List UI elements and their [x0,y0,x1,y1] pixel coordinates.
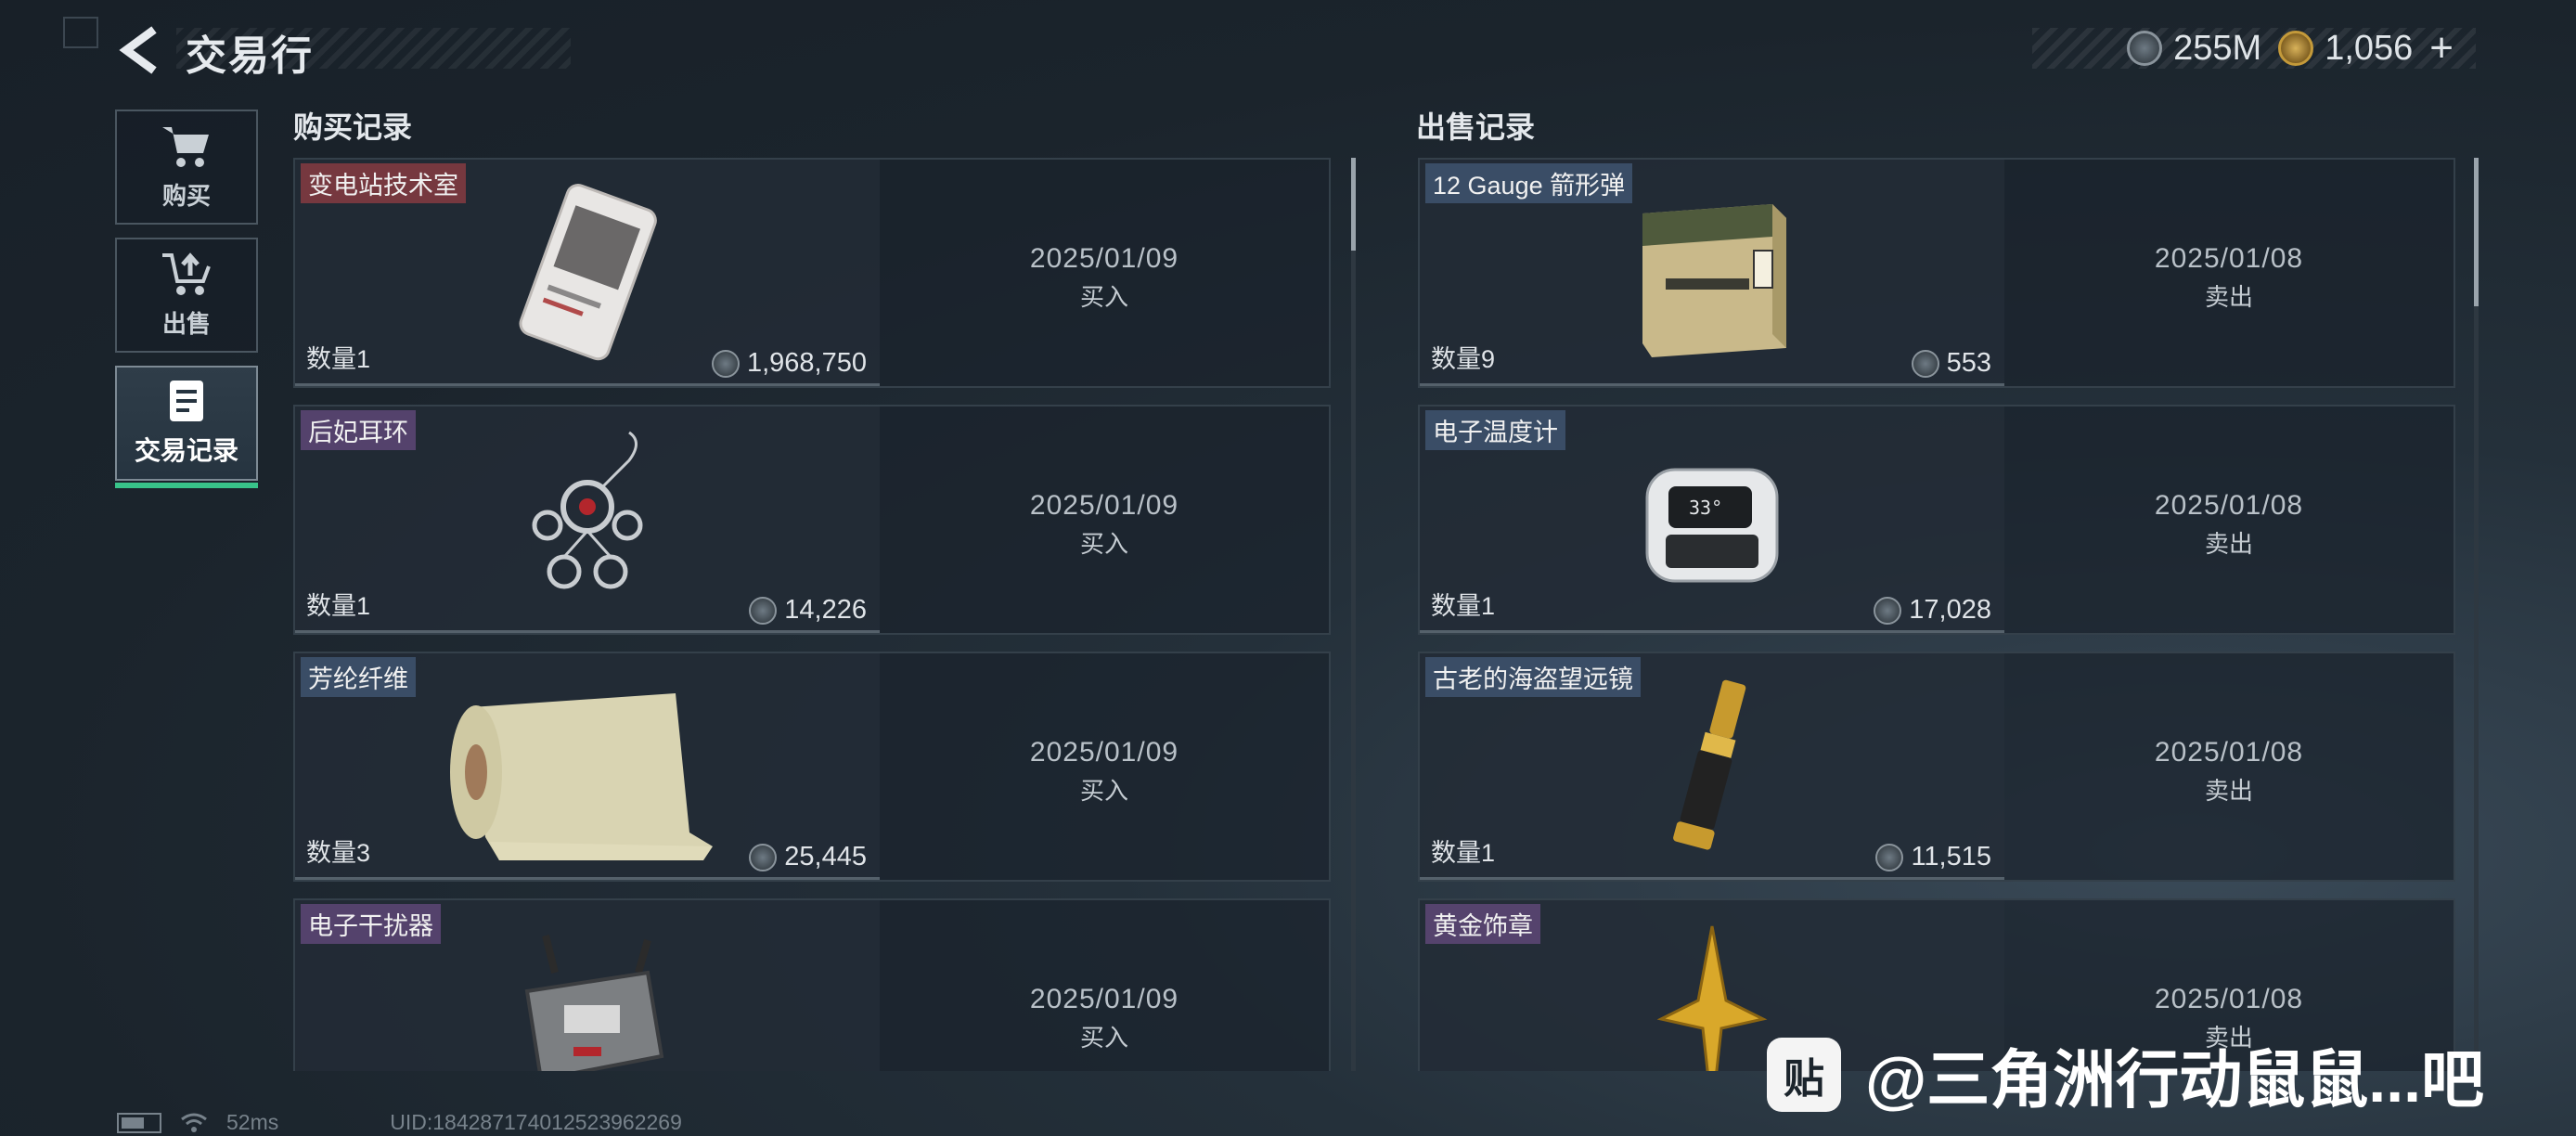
buy-record-card[interactable]: 电子干扰器 2025/01/09 买入 [293,898,1331,1071]
sell-records-list[interactable]: 12 Gauge 箭形弹 数量9 553 2025/01/08 卖出 33° 电… [1418,158,2459,1071]
item-quantity: 数量1 [1431,839,1496,867]
sell-record-card[interactable]: 古老的海盗望远镜 数量1 11,515 2025/01/08 卖出 [1418,652,2455,882]
currency-value: 1,056 [2325,28,2414,68]
sell-record-card[interactable]: 33° 电子温度计 数量1 17,028 2025/01/08 卖出 [1418,405,2455,635]
item-name: 后妃耳环 [301,410,416,450]
item-quantity: 数量9 [1431,345,1496,373]
trade-type: 买入 [1079,283,1128,311]
currency-value: 255M [2173,28,2262,68]
jammer-device-icon [524,935,664,1071]
sell-records-heading: 出售记录 [1416,110,1536,144]
buy-record-card[interactable]: 变电站技术室 数量1 1,968,750 2025/01/09 买入 [293,158,1331,388]
price-value: 553 [1946,348,1991,378]
thermometer-device-icon: 33° [1645,468,1779,583]
add-currency-button[interactable]: + [2429,28,2454,69]
nav-label: 交易记录 [134,436,238,465]
price-value: 25,445 [784,842,867,871]
svg-text:33°: 33° [1689,497,1722,519]
silver-coin-icon [1911,349,1939,378]
sell-record-card[interactable]: 12 Gauge 箭形弹 数量9 553 2025/01/08 卖出 [1418,158,2455,388]
price-value: 17,028 [1909,595,1991,625]
item-quantity: 数量3 [306,839,371,867]
silver-coin-icon [1874,596,1902,625]
cart-icon [162,126,209,167]
buy-records-heading: 购买记录 [293,110,413,144]
silver-coin-icon [749,596,778,625]
chevron-left-icon [119,26,157,74]
uid-text: UID:184287174012523962269 [390,1110,682,1134]
silver-coin-icon [1875,843,1904,871]
ammo-box-icon [1642,204,1786,357]
trade-date: 2025/01/09 [1029,984,1179,1014]
scrollbar-thumb[interactable] [2474,158,2479,306]
earring-icon [532,431,643,589]
silver-coin-icon [749,843,778,871]
nav-label: 购买 [161,181,211,210]
item-quantity: 数量1 [306,592,371,620]
currency-silver: 255M [2127,29,2261,69]
buy-record-card[interactable]: 后妃耳环 数量1 14,226 2025/01/09 买入 [293,405,1331,635]
currency-gold: 1,056 + [2278,28,2454,69]
trade-date: 2025/01/09 [1029,243,1179,274]
price-value: 11,515 [1911,842,1991,871]
watermark-text: @三角洲行动鼠鼠...吧 [1865,1045,2484,1116]
nav-label: 出售 [161,309,211,338]
keycard-icon [519,184,657,361]
scrollbar-thumb[interactable] [1351,158,1356,251]
buy-list-scrollbar[interactable] [1351,158,1356,1071]
item-price: 14,226 [749,595,867,626]
trade-date: 2025/01/09 [1029,737,1179,768]
tieba-logo-icon: 贴 [1767,1037,1841,1112]
back-button[interactable] [113,24,165,76]
trade-type: 卖出 [2204,530,2253,558]
silver-coin-icon [711,349,740,378]
trade-date: 2025/01/09 [1029,490,1179,521]
ping-value: 52ms [226,1110,279,1134]
item-quantity: 数量1 [306,345,371,373]
trade-date: 2025/01/08 [2154,243,2304,274]
sell-list-scrollbar[interactable] [2474,158,2479,1071]
price-value: 1,968,750 [746,348,867,378]
record-document-icon [170,381,203,421]
silver-coin-icon [2127,31,2163,66]
telescope-icon [1673,679,1746,850]
battery-icon [117,1112,161,1133]
trade-date: 2025/01/08 [2154,490,2304,521]
nav-records[interactable]: 交易记录 [115,366,258,488]
trade-type: 买入 [1079,1024,1128,1052]
trade-type: 卖出 [2204,777,2253,805]
nav-sell[interactable]: 出售 [115,238,258,353]
item-name: 变电站技术室 [301,163,466,203]
gold-coin-icon [2278,31,2314,66]
buy-records-list[interactable]: 变电站技术室 数量1 1,968,750 2025/01/09 买入 后妃耳环 … [293,158,1334,1071]
nav-buy[interactable]: 购买 [115,110,258,225]
item-name: 古老的海盗望远镜 [1425,657,1641,697]
item-quantity: 数量1 [1431,592,1496,620]
item-name: 电子干扰器 [301,904,441,944]
item-name: 芳纶纤维 [301,657,416,697]
trade-date: 2025/01/08 [2154,737,2304,768]
item-price: 11,515 [1875,842,1991,872]
page-title: 交易行 [186,33,314,79]
trade-type: 卖出 [2204,283,2253,311]
buy-record-card[interactable]: 芳纶纤维 数量3 25,445 2025/01/09 买入 [293,652,1331,882]
status-footer: 52ms UID:184287174012523962269 [117,1110,682,1135]
trade-type: 买入 [1079,530,1128,558]
item-name: 12 Gauge 箭形弹 [1425,163,1633,203]
trade-type: 买入 [1079,777,1128,805]
price-value: 14,226 [784,595,867,625]
item-price: 1,968,750 [711,348,867,379]
wifi-icon [181,1113,207,1132]
sell-upload-icon [162,252,211,295]
item-price: 17,028 [1874,595,1991,626]
currency-bar: 255M 1,056 + [2032,28,2476,69]
item-name: 黄金饰章 [1425,904,1540,944]
trade-date: 2025/01/08 [2154,984,2304,1014]
corner-frame [63,17,98,48]
item-price: 25,445 [749,842,867,872]
watermark: 贴 @三角洲行动鼠鼠...吧 [1767,1028,2484,1120]
item-price: 553 [1911,348,1991,379]
fabric-roll-icon [450,693,713,860]
item-name: 电子温度计 [1425,410,1565,450]
